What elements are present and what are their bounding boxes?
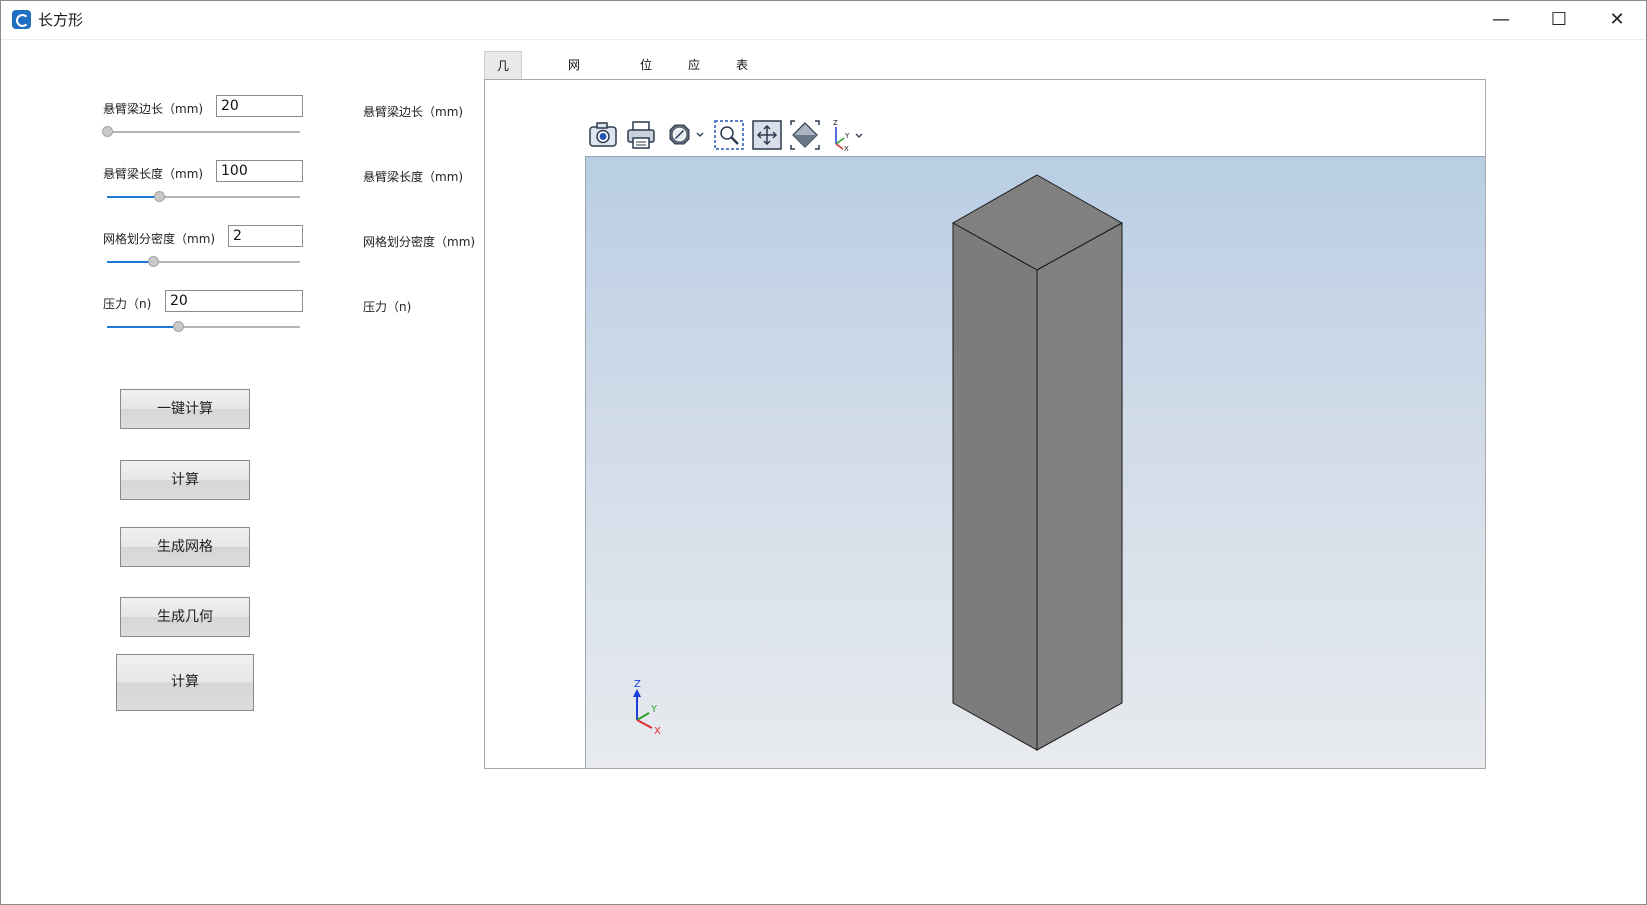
param-label-mesh: 网格划分密度（mm) (103, 232, 216, 246)
slider-thumb[interactable] (173, 321, 184, 332)
output-label-length: 悬臂梁长度（mm) (363, 170, 464, 184)
param-label-edge: 悬臂梁边长（mm) (103, 102, 204, 116)
axis-triad: Z Y X (633, 679, 661, 737)
slider-thumb[interactable] (102, 126, 113, 137)
compute-button[interactable]: 计算 (120, 460, 250, 500)
tab-geometry[interactable]: 几何结构 (484, 51, 523, 157)
zoom-box-icon[interactable] (712, 118, 746, 152)
compute-button-secondary[interactable]: 计算 (116, 654, 254, 711)
one-click-compute-button[interactable]: 一键计算 (120, 389, 250, 429)
slider-fill (107, 326, 178, 328)
slider-fill (107, 261, 153, 263)
axis-x-label: X (654, 726, 661, 737)
axis-y-line (636, 712, 650, 721)
edge-length-input[interactable] (216, 95, 303, 117)
svg-text:X: X (844, 145, 849, 152)
param-label-length: 悬臂梁长度（mm) (103, 167, 204, 181)
minimize-button[interactable]: — (1472, 1, 1530, 39)
mesh-density-input[interactable] (228, 225, 303, 247)
tab-stress[interactable]: 应力 (676, 51, 712, 100)
pressure-input[interactable] (165, 290, 303, 312)
axis-orientation-icon[interactable]: Z Y X (826, 118, 866, 152)
tab-form1[interactable]: 表单1 (724, 51, 760, 128)
output-label-edge: 悬臂梁边长（mm) (363, 105, 464, 119)
clip-plane-icon[interactable] (664, 118, 708, 152)
generate-geometry-button[interactable]: 生成几何 (120, 597, 250, 637)
beam-left-face (952, 222, 1038, 751)
tab-mesh[interactable]: 网格划分 (556, 51, 592, 156)
app-swirl-icon (12, 10, 31, 29)
view-iso-icon[interactable] (788, 118, 822, 152)
axis-z-arrow (633, 689, 641, 697)
param-label-pressure: 压力（n) (103, 297, 152, 311)
slider-track (107, 131, 300, 133)
tab-displacement[interactable]: 位移 (628, 51, 664, 100)
maximize-button[interactable]: ☐ (1530, 1, 1588, 39)
pressure-slider[interactable] (107, 320, 300, 334)
beam-model (951, 174, 1124, 751)
title-bar[interactable]: 长方形 — ☐ ✕ (1, 1, 1646, 40)
beam-length-input[interactable] (216, 160, 303, 182)
output-label-mesh: 网格划分密度（mm) (363, 235, 476, 249)
slider-thumb[interactable] (154, 191, 165, 202)
axis-z-label: Z (634, 679, 641, 690)
axis-x-line (636, 719, 653, 729)
axis-y-label: Y (650, 704, 658, 715)
output-label-pressure: 压力（n) (363, 300, 412, 314)
fit-all-icon[interactable] (750, 118, 784, 152)
beam-length-slider[interactable] (107, 190, 300, 204)
edge-length-slider[interactable] (102, 125, 300, 139)
slider-fill (107, 196, 159, 198)
mesh-density-slider[interactable] (107, 255, 300, 269)
3d-viewport[interactable]: Z Y X (585, 156, 1485, 768)
camera-icon[interactable] (586, 118, 620, 152)
svg-text:Y: Y (844, 132, 850, 140)
close-button[interactable]: ✕ (1588, 1, 1646, 39)
generate-mesh-button[interactable]: 生成网格 (120, 527, 250, 567)
slider-thumb[interactable] (148, 256, 159, 267)
svg-text:Z: Z (833, 119, 838, 127)
window-title: 长方形 (38, 11, 84, 29)
print-icon[interactable] (624, 118, 658, 152)
beam-right-face (1036, 222, 1123, 751)
